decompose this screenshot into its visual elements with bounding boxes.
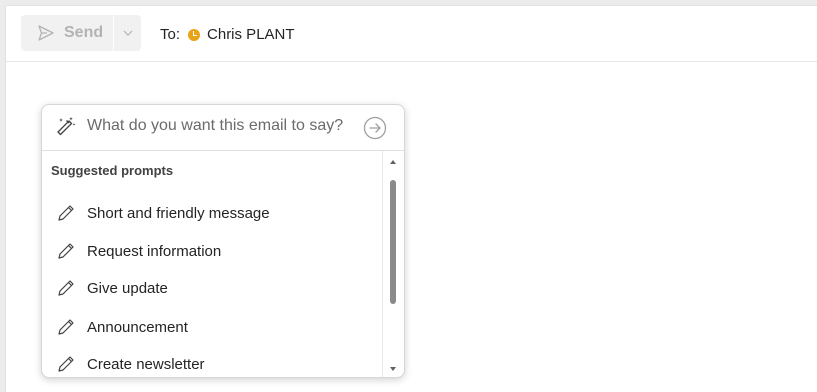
chevron-down-icon xyxy=(123,30,132,36)
pencil-icon xyxy=(58,319,74,335)
send-icon xyxy=(38,25,54,41)
prompt-item-label: Announcement xyxy=(87,318,188,336)
send-button[interactable]: Send xyxy=(21,15,113,51)
compose-toolbar: Send To: Chris PLANT xyxy=(6,6,817,62)
copilot-draft-panel: Suggested prompts Short and friendly mes… xyxy=(41,104,405,378)
prompt-item-announcement[interactable]: Announcement xyxy=(56,315,188,339)
scrollbar-thumb[interactable] xyxy=(390,180,396,304)
send-options-dropdown[interactable] xyxy=(114,15,141,51)
send-label: Send xyxy=(64,24,104,41)
prompt-item-label: Request information xyxy=(87,242,222,260)
copilot-prompt-row xyxy=(42,105,404,151)
suggested-prompts-list: Suggested prompts Short and friendly mes… xyxy=(42,151,382,377)
pencil-icon xyxy=(58,280,74,296)
scroll-down-arrow-icon[interactable] xyxy=(390,367,396,371)
to-field: To: Chris PLANT xyxy=(160,26,295,43)
pencil-icon xyxy=(58,356,74,372)
scroll-up-arrow-icon[interactable] xyxy=(390,160,396,164)
arrow-right-circle-icon[interactable] xyxy=(363,116,387,140)
to-label[interactable]: To: xyxy=(160,26,180,43)
prompts-scrollbar[interactable] xyxy=(382,151,404,377)
pencil-icon xyxy=(58,205,74,221)
prompt-item-label: Give update xyxy=(87,279,168,297)
prompt-item-label: Create newsletter xyxy=(87,355,205,373)
prompt-item-label: Short and friendly message xyxy=(87,204,270,222)
copilot-prompt-input[interactable] xyxy=(87,117,357,135)
suggested-prompts-heading: Suggested prompts xyxy=(51,163,174,178)
pencil-icon xyxy=(58,243,74,259)
magic-wand-icon xyxy=(57,117,76,136)
recipient-chip[interactable]: Chris PLANT xyxy=(207,26,295,43)
send-split-button: Send xyxy=(21,15,141,51)
prompt-item-short-friendly[interactable]: Short and friendly message xyxy=(56,201,270,225)
prompt-item-create-newsletter[interactable]: Create newsletter xyxy=(56,352,205,376)
prompt-item-request-information[interactable]: Request information xyxy=(56,239,221,263)
compose-window: Send To: Chris PLANT What do you want th… xyxy=(5,5,817,392)
presence-away-icon xyxy=(188,28,201,41)
prompt-item-give-update[interactable]: Give update xyxy=(56,276,168,300)
